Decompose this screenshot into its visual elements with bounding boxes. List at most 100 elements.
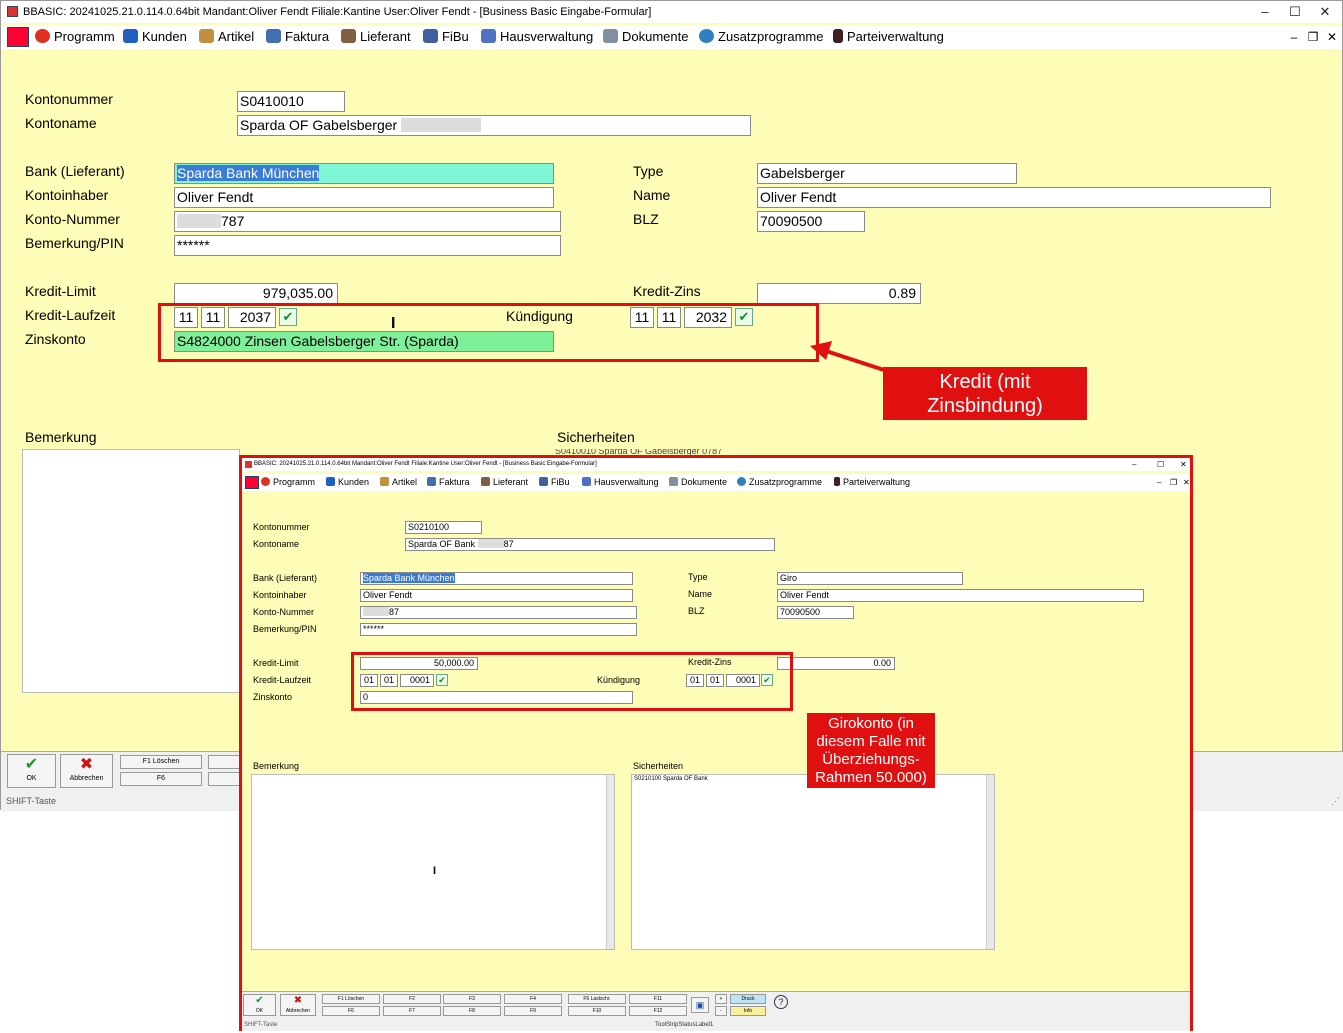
inset-window-title: BBASIC: 20241025.21.0.114.0.64bit Mandan… — [254, 461, 597, 467]
menu-label: Programm — [273, 477, 316, 487]
menu-zusatzprogramme[interactable]: Zusatzprogramme — [737, 474, 822, 491]
inset-bottom-toolbar: ✔ OK ✖ Abbrechen F1 Löschen F6 F2 F7 F3 F8… — [242, 991, 1190, 1031]
f5-button[interactable]: F5 Lastschr. — [568, 994, 626, 1004]
mdi-minimize-button[interactable]: – — [1157, 474, 1161, 491]
kontoname-text: Sparda OF Bank — [408, 539, 476, 549]
document-icon — [669, 477, 678, 486]
label-bank: Bank (Lieferant) — [253, 573, 318, 583]
f1-button[interactable]: F1 Löschen — [322, 994, 380, 1004]
arrow-line-main — [825, 349, 885, 372]
accounting-icon — [539, 477, 548, 486]
inset-title-bar: BBASIC: 20241025.21.0.114.0.64bit Mandan… — [242, 458, 1190, 471]
menu-faktura[interactable]: Faktura — [427, 474, 470, 491]
f11-button[interactable]: F11 — [629, 994, 687, 1004]
masked-text — [477, 539, 504, 548]
f9-button[interactable]: F9 — [504, 1006, 562, 1016]
calendar-app-icon[interactable] — [245, 476, 259, 489]
inset-menu-bar: Programm Kunden Artikel Faktura Lieferan… — [242, 474, 1190, 491]
status-shift: SHIFT-Taste — [244, 1022, 278, 1028]
label-sicherheiten: Sicherheiten — [633, 761, 684, 771]
f12-button[interactable]: F12 — [629, 1006, 687, 1016]
label-type: Type — [688, 572, 708, 582]
f2-button[interactable]: F2 — [383, 994, 441, 1004]
label-bemerkung-pin: Bemerkung/PIN — [253, 624, 317, 634]
kontoinhaber-field[interactable]: Oliver Fendt — [360, 589, 633, 602]
menu-label: Faktura — [439, 477, 470, 487]
kontoname-field[interactable]: Sparda OF Bank 87 — [405, 538, 775, 551]
house-icon — [582, 477, 591, 486]
mdi-close-button[interactable]: ✕ — [1183, 474, 1190, 491]
menu-dokumente[interactable]: Dokumente — [669, 474, 727, 491]
addons-icon — [737, 477, 746, 486]
type-field[interactable]: Giro — [777, 572, 963, 585]
ok-label: OK — [255, 1008, 264, 1014]
supplier-icon — [481, 477, 490, 486]
kredit-callout: Kredit (mit Zinsbindung) — [883, 367, 1087, 420]
inset-window: BBASIC: 20241025.21.0.114.0.64bit Mandan… — [239, 455, 1193, 1031]
masked-text — [363, 607, 389, 616]
menu-parteiverwaltung[interactable]: Parteiverwaltung — [834, 474, 910, 491]
menu-kunden[interactable]: Kunden — [326, 474, 369, 491]
bemerkung-pin-field[interactable]: ****** — [360, 623, 637, 636]
bank-selected-text: Sparda Bank München — [363, 573, 455, 583]
kontonummer-field[interactable]: S0210100 — [405, 521, 482, 534]
ok-button[interactable]: ✔ OK — [243, 994, 276, 1016]
f8-button[interactable]: F8 — [443, 1006, 501, 1016]
label-zinskonto: Zinskonto — [253, 692, 293, 702]
menu-label: Parteiverwaltung — [843, 477, 911, 487]
abbrechen-button[interactable]: ✖ Abbrechen — [280, 994, 316, 1016]
menu-label: Zusatzprogramme — [749, 477, 823, 487]
menu-fibu[interactable]: FiBu — [539, 474, 570, 491]
f7-button[interactable]: F7 — [383, 1006, 441, 1016]
label-konto-nummer: Konto-Nummer — [253, 607, 315, 617]
app-icon — [245, 461, 252, 468]
f6-button[interactable]: F6 — [322, 1006, 380, 1016]
konto-nummer-field[interactable]: 87 — [360, 606, 637, 619]
menu-label: FiBu — [551, 477, 570, 487]
bank-field[interactable]: Sparda Bank München — [360, 572, 633, 585]
label-name: Name — [688, 589, 713, 599]
print-icon[interactable]: ▣ — [691, 997, 709, 1013]
label-kontonummer: Kontonummer — [253, 522, 310, 532]
label-kontoinhaber: Kontoinhaber — [253, 590, 307, 600]
druck-button[interactable]: Druck — [730, 994, 766, 1004]
box-icon — [380, 477, 389, 486]
menu-lieferant[interactable]: Lieferant — [481, 474, 528, 491]
f10-button[interactable]: F10 — [568, 1006, 626, 1016]
blz-field[interactable]: 70090500 — [777, 606, 854, 619]
f4-button[interactable]: F4 — [504, 994, 562, 1004]
menu-artikel[interactable]: Artikel — [380, 474, 417, 491]
kontoname-tail: 87 — [503, 539, 514, 549]
label-bemerkung: Bemerkung — [253, 761, 300, 771]
bemerkung-textarea[interactable]: I — [251, 774, 615, 950]
girokonto-highlight-box — [351, 652, 793, 711]
sicherheiten-textarea[interactable]: S0210100 Sparda OF Bank — [631, 774, 995, 950]
label-kontoname: Kontoname — [253, 539, 300, 549]
label-kredit-limit: Kredit-Limit — [253, 658, 299, 668]
name-field[interactable]: Oliver Fendt — [777, 589, 1144, 602]
abbrechen-label: Abbrechen — [285, 1008, 311, 1014]
maximize-button[interactable]: ☐ — [1157, 458, 1164, 471]
arrow-head-main — [810, 341, 832, 360]
minimize-button[interactable]: – — [1132, 458, 1136, 471]
kredit-zins-field[interactable]: 0.00 — [777, 657, 895, 670]
scrollbar[interactable] — [986, 775, 994, 949]
close-button[interactable]: ✕ — [1180, 458, 1187, 471]
plus-button[interactable]: + — [715, 994, 727, 1004]
check-icon: ✔ — [255, 995, 264, 1006]
user-icon — [326, 477, 335, 486]
girokonto-callout: Girokonto (in diesem Falle mit Überziehu… — [807, 713, 935, 788]
menu-label: Hausverwaltung — [594, 477, 659, 487]
minus-button[interactable]: - — [715, 1006, 727, 1016]
programm-icon — [261, 477, 270, 486]
konto-nummer-text: 87 — [389, 607, 400, 617]
f3-button[interactable]: F3 — [443, 994, 501, 1004]
menu-label: Kunden — [338, 477, 370, 487]
menu-programm[interactable]: Programm — [261, 474, 315, 491]
mdi-restore-button[interactable]: ❐ — [1170, 474, 1177, 491]
info-button[interactable]: Info — [730, 1006, 766, 1016]
help-icon[interactable]: ? — [774, 995, 788, 1009]
scrollbar[interactable] — [606, 775, 614, 949]
menu-hausverwaltung[interactable]: Hausverwaltung — [582, 474, 659, 491]
status-label: ToolStripStatusLabel1 — [655, 1022, 714, 1028]
